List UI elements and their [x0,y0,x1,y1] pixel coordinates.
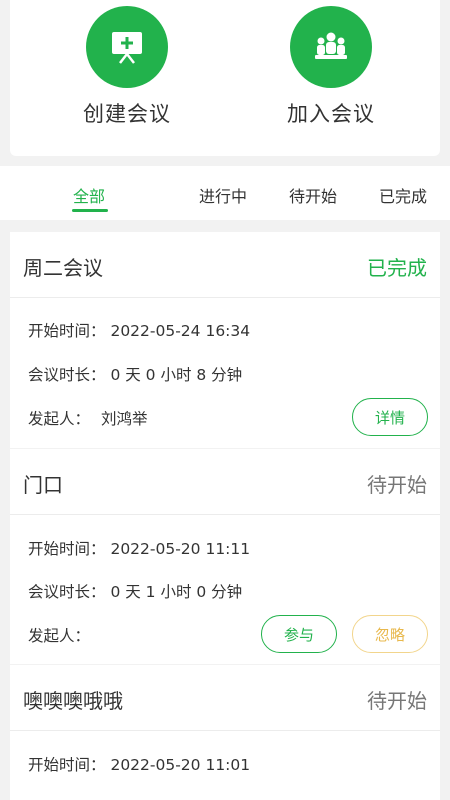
details-button[interactable]: 详情 [352,398,428,436]
tab-completed[interactable]: 已完成 [379,183,427,207]
initiator-row: 发起人： 刘鸿举 [28,407,147,429]
start-time-row: 开始时间： 2022-05-20 11:11 [28,537,250,559]
tab-in-progress[interactable]: 进行中 [199,183,247,207]
start-time-row: 开始时间： 2022-05-24 16:34 [28,319,250,341]
meeting-title: 周二会议 [23,256,103,280]
duration-label: 会议时长： [28,583,106,601]
meeting-card-header: 周二会议 已完成 [10,232,440,298]
start-time-label: 开始时间： [28,322,106,340]
duration-value: 0 天 0 小时 8 分钟 [110,366,243,384]
join-button[interactable]: 参与 [261,615,337,653]
initiator-name: 刘鸿举 [100,410,148,428]
meeting-card[interactable]: 周二会议 已完成 开始时间： 2022-05-24 16:34 会议时长： 0 … [10,232,440,448]
start-time-value: 2022-05-20 11:11 [110,540,251,558]
filter-tabs: 全部 进行中 待开始 已完成 [0,166,450,220]
start-time-row: 开始时间： 2022-05-20 11:01 [28,753,250,775]
join-meeting-label: 加入会议 [287,102,375,126]
duration-label: 会议时长： [28,366,106,384]
create-meeting-label: 创建会议 [83,102,171,126]
meeting-card-header: 门口 待开始 [10,449,440,515]
meeting-status: 已完成 [367,256,427,280]
duration-row: 会议时长： 0 天 0 小时 8 分钟 [28,363,242,385]
meeting-card[interactable]: 门口 待开始 开始时间： 2022-05-20 11:11 会议时长： 0 天 … [10,449,440,664]
initiator-row: 发起人： [28,624,96,646]
tab-upcoming[interactable]: 待开始 [289,183,337,207]
active-tab-indicator [72,209,108,212]
meeting-card-header: 噢噢噢哦哦 待开始 [10,665,440,731]
meeting-title: 噢噢噢哦哦 [23,689,123,713]
join-meeting-icon [290,6,372,88]
meeting-title: 门口 [23,473,63,497]
duration-row: 会议时长： 0 天 1 小时 0 分钟 [28,580,242,602]
action-panel: 创建会议 加入会议 [10,0,440,156]
meeting-status: 待开始 [367,473,427,497]
initiator-label: 发起人： [28,627,91,645]
meeting-card[interactable]: 噢噢噢哦哦 待开始 开始时间： 2022-05-20 11:01 [10,665,440,800]
start-time-value: 2022-05-20 11:01 [110,756,251,774]
start-time-value: 2022-05-24 16:34 [110,322,251,340]
join-meeting-button[interactable]: 加入会议 [256,6,406,128]
create-meeting-button[interactable]: 创建会议 [52,6,202,128]
create-meeting-icon [86,6,168,88]
meeting-status: 待开始 [367,689,427,713]
start-time-label: 开始时间： [28,756,106,774]
initiator-label: 发起人： [28,410,91,428]
start-time-label: 开始时间： [28,540,106,558]
duration-value: 0 天 1 小时 0 分钟 [110,583,243,601]
tab-all[interactable]: 全部 [73,183,105,207]
ignore-button[interactable]: 忽略 [352,615,428,653]
